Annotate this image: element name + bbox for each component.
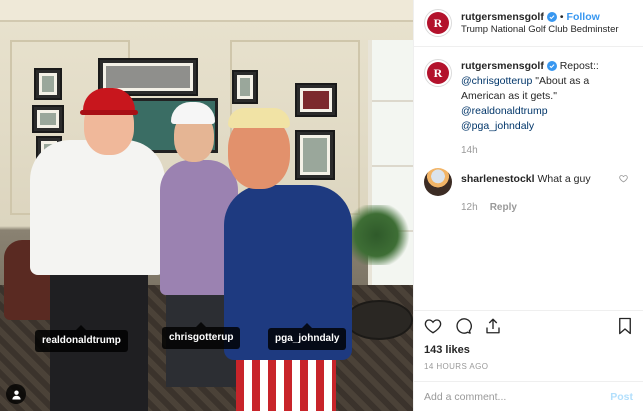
add-comment-bar: Post [414, 381, 643, 411]
reply-button[interactable]: Reply [490, 201, 517, 215]
comment-text: What a guy [537, 172, 591, 185]
heart-icon[interactable] [424, 317, 442, 338]
caption: R rutgersmensgolf Repost:: @chrisgotteru… [424, 59, 633, 158]
person-1-hat-brim [80, 110, 138, 115]
share-icon[interactable] [484, 317, 502, 338]
photo-tag-pga-johndaly[interactable]: pga_johndaly [268, 323, 347, 350]
verified-badge-icon [546, 61, 557, 71]
instagram-post: realdonaldtrump chrisgotterup pga_johnda… [0, 0, 643, 411]
action-bar [414, 310, 643, 344]
comment-icon[interactable] [454, 317, 472, 338]
post-photo[interactable]: realdonaldtrump chrisgotterup pga_johnda… [0, 0, 413, 411]
avatar[interactable]: R [424, 9, 452, 37]
location-link[interactable]: Trump National Golf Club Bedminster [461, 24, 619, 36]
picture-frame [295, 83, 337, 117]
mention-realdonaldtrump[interactable]: @realdonaldtrump [461, 105, 548, 117]
picture-frame [32, 105, 64, 133]
picture-frame [295, 130, 335, 180]
likes-count[interactable]: 143 likes [414, 344, 643, 356]
caption-username[interactable]: rutgersmensgolf [461, 60, 544, 72]
picture-frame [232, 70, 258, 104]
post-comment-button[interactable]: Post [610, 391, 633, 403]
avatar-logo: R [427, 12, 449, 34]
like-comment-icon[interactable] [619, 174, 628, 186]
caption-avatar[interactable]: R [424, 59, 452, 87]
photo-tag-chrisgotterup[interactable]: chrisgotterup [162, 322, 241, 349]
follow-button[interactable]: Follow [567, 11, 600, 24]
comment-item: sharlenestockl What a guy 12h Reply [424, 167, 633, 215]
person-1-shirt [30, 140, 165, 275]
post-header: R rutgersmensgolf • Follow Trump Nationa… [414, 0, 643, 47]
mention-pga-johndaly[interactable]: @pga_johndaly [461, 120, 534, 132]
comment-age[interactable]: 12h [461, 201, 478, 215]
mention-chrisgotterup[interactable]: @chrisgotterup [461, 75, 532, 87]
side-table [345, 300, 413, 340]
caption-age[interactable]: 14h [461, 144, 478, 158]
comment-username[interactable]: sharlenestockl [461, 173, 535, 185]
separator-dot: • [559, 10, 564, 23]
verified-badge-icon [546, 12, 557, 23]
commenter-avatar[interactable] [424, 167, 452, 196]
user-tag-icon[interactable] [6, 384, 26, 404]
avatar-logo: R [427, 62, 449, 84]
comments-section: R rutgersmensgolf Repost:: @chrisgotteru… [414, 47, 643, 310]
post-timestamp[interactable]: 14 HOURS AGO [414, 356, 643, 381]
caption-text: Repost:: [559, 60, 599, 72]
picture-frame [34, 68, 62, 100]
post-sidebar: R rutgersmensgolf • Follow Trump Nationa… [413, 0, 643, 411]
photo-tag-realdonaldtrump[interactable]: realdonaldtrump [35, 325, 128, 352]
bookmark-icon[interactable] [617, 317, 633, 338]
comment-input[interactable] [424, 390, 611, 403]
person-3-hair [228, 108, 290, 128]
header-text: rutgersmensgolf • Follow Trump National … [461, 11, 619, 36]
wall-trim [0, 0, 413, 22]
header-username[interactable]: rutgersmensgolf [461, 11, 544, 24]
